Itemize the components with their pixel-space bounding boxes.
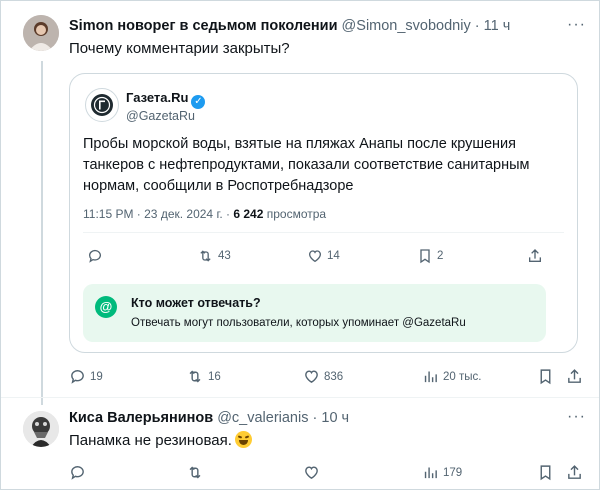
quote-bookmark-count: 2 [437,250,444,262]
quote-time[interactable]: 11:15 PM · 23 дек. 2024 г. · [83,207,233,221]
avatar-image [23,15,59,51]
reply-button[interactable] [69,464,86,481]
bookmark-button[interactable] [537,368,554,385]
gazeta-logo-icon [91,94,113,116]
views-button[interactable]: 20 тыс. [422,368,481,385]
post-text: Панамка не резиновая. [69,431,252,451]
share-icon [568,369,581,383]
like-icon [308,250,322,263]
quote-reply-button[interactable] [87,248,103,264]
thread-line [41,61,43,405]
reply-icon [88,249,101,263]
reply-icon [71,370,84,384]
share-icon [529,249,541,262]
author-handle[interactable]: @Simon_svobodniy [342,18,471,34]
quote-repost-button[interactable]: 43 [197,248,231,264]
views-count: 20 тыс. [443,370,482,383]
post-text: Почему комментарии закрыты? [69,40,290,57]
quote-bookmark-button[interactable]: 2 [417,248,443,264]
views-icon [424,371,437,383]
bookmark-icon [540,465,551,481]
repost-icon [189,466,201,479]
repost-icon [189,370,201,383]
gazeta-logo[interactable] [85,88,119,122]
avatar-image [23,411,59,447]
quote-text: Пробы морской воды, взятые на пляжах Ана… [83,136,530,194]
separator [83,232,564,233]
like-button[interactable] [303,464,320,481]
author-name[interactable]: Киса Валерьянинов [69,410,213,426]
views-button[interactable]: 179 [422,464,462,481]
like-button[interactable]: 836 [303,368,343,385]
post-header: Simon новорег в седьмом поколении @Simon… [69,18,511,34]
reply-restriction-box[interactable]: @ Кто может отвечать? Отвечать могут пол… [83,284,546,342]
post-simon[interactable]: Simon новорег в седьмом поколении @Simon… [1,1,599,405]
reply-icon [71,466,84,480]
repost-icon [200,250,211,262]
like-icon [305,370,318,383]
share-button[interactable] [566,368,583,385]
quote-repost-count: 43 [218,250,231,262]
more-icon[interactable]: ··· [567,409,585,429]
post-time[interactable]: 11 ч [484,18,511,34]
quote-like-count: 14 [327,250,340,262]
reply-restriction-description: Отвечать могут пользователи, которых упо… [131,317,466,329]
reply-button[interactable]: 19 [69,368,103,385]
bookmark-icon [540,369,551,385]
quote-views-count: 6 242 [233,207,264,221]
repost-count: 16 [208,370,221,383]
quoted-post[interactable]: Газета.Ru ✓ @GazetaRu Пробы морской воды,… [69,73,578,353]
author-handle[interactable]: @c_valerianis [217,410,308,426]
more-icon[interactable]: ··· [567,17,585,37]
quote-like-button[interactable]: 14 [307,248,340,264]
quote-author-handle[interactable]: @GazetaRu [126,107,195,125]
author-name[interactable]: Simon новорег в седьмом поколении [69,18,338,34]
post-kisa[interactable]: Киса Валерьянинов @c_valerianis · 10 ч ·… [1,398,599,491]
repost-button[interactable]: 16 [186,368,221,385]
avatar[interactable] [23,411,59,447]
quote-share-button[interactable] [527,248,543,264]
bookmark-button[interactable] [537,464,554,481]
share-button[interactable] [566,464,583,481]
quote-meta: 11:15 PM · 23 дек. 2024 г. · 6 242 просм… [83,207,326,221]
reply-restriction-title: Кто может отвечать? [131,296,261,310]
repost-button[interactable] [186,464,204,481]
quote-author-name[interactable]: Газета.Ru [126,90,188,105]
bookmark-icon [420,249,430,264]
quote-views-label: просмотра [266,207,327,221]
views-count: 179 [443,466,463,479]
like-icon [305,466,318,479]
share-icon [568,465,581,479]
views-icon [424,467,437,479]
post-header: Киса Валерьянинов @c_valerianis · 10 ч [69,410,350,426]
post-time[interactable]: 10 ч [321,410,349,426]
laughing-emoji [234,431,252,448]
reply-count: 19 [90,370,103,383]
mention-icon: @ [95,296,117,318]
avatar[interactable] [23,15,59,51]
like-count: 836 [324,370,344,383]
